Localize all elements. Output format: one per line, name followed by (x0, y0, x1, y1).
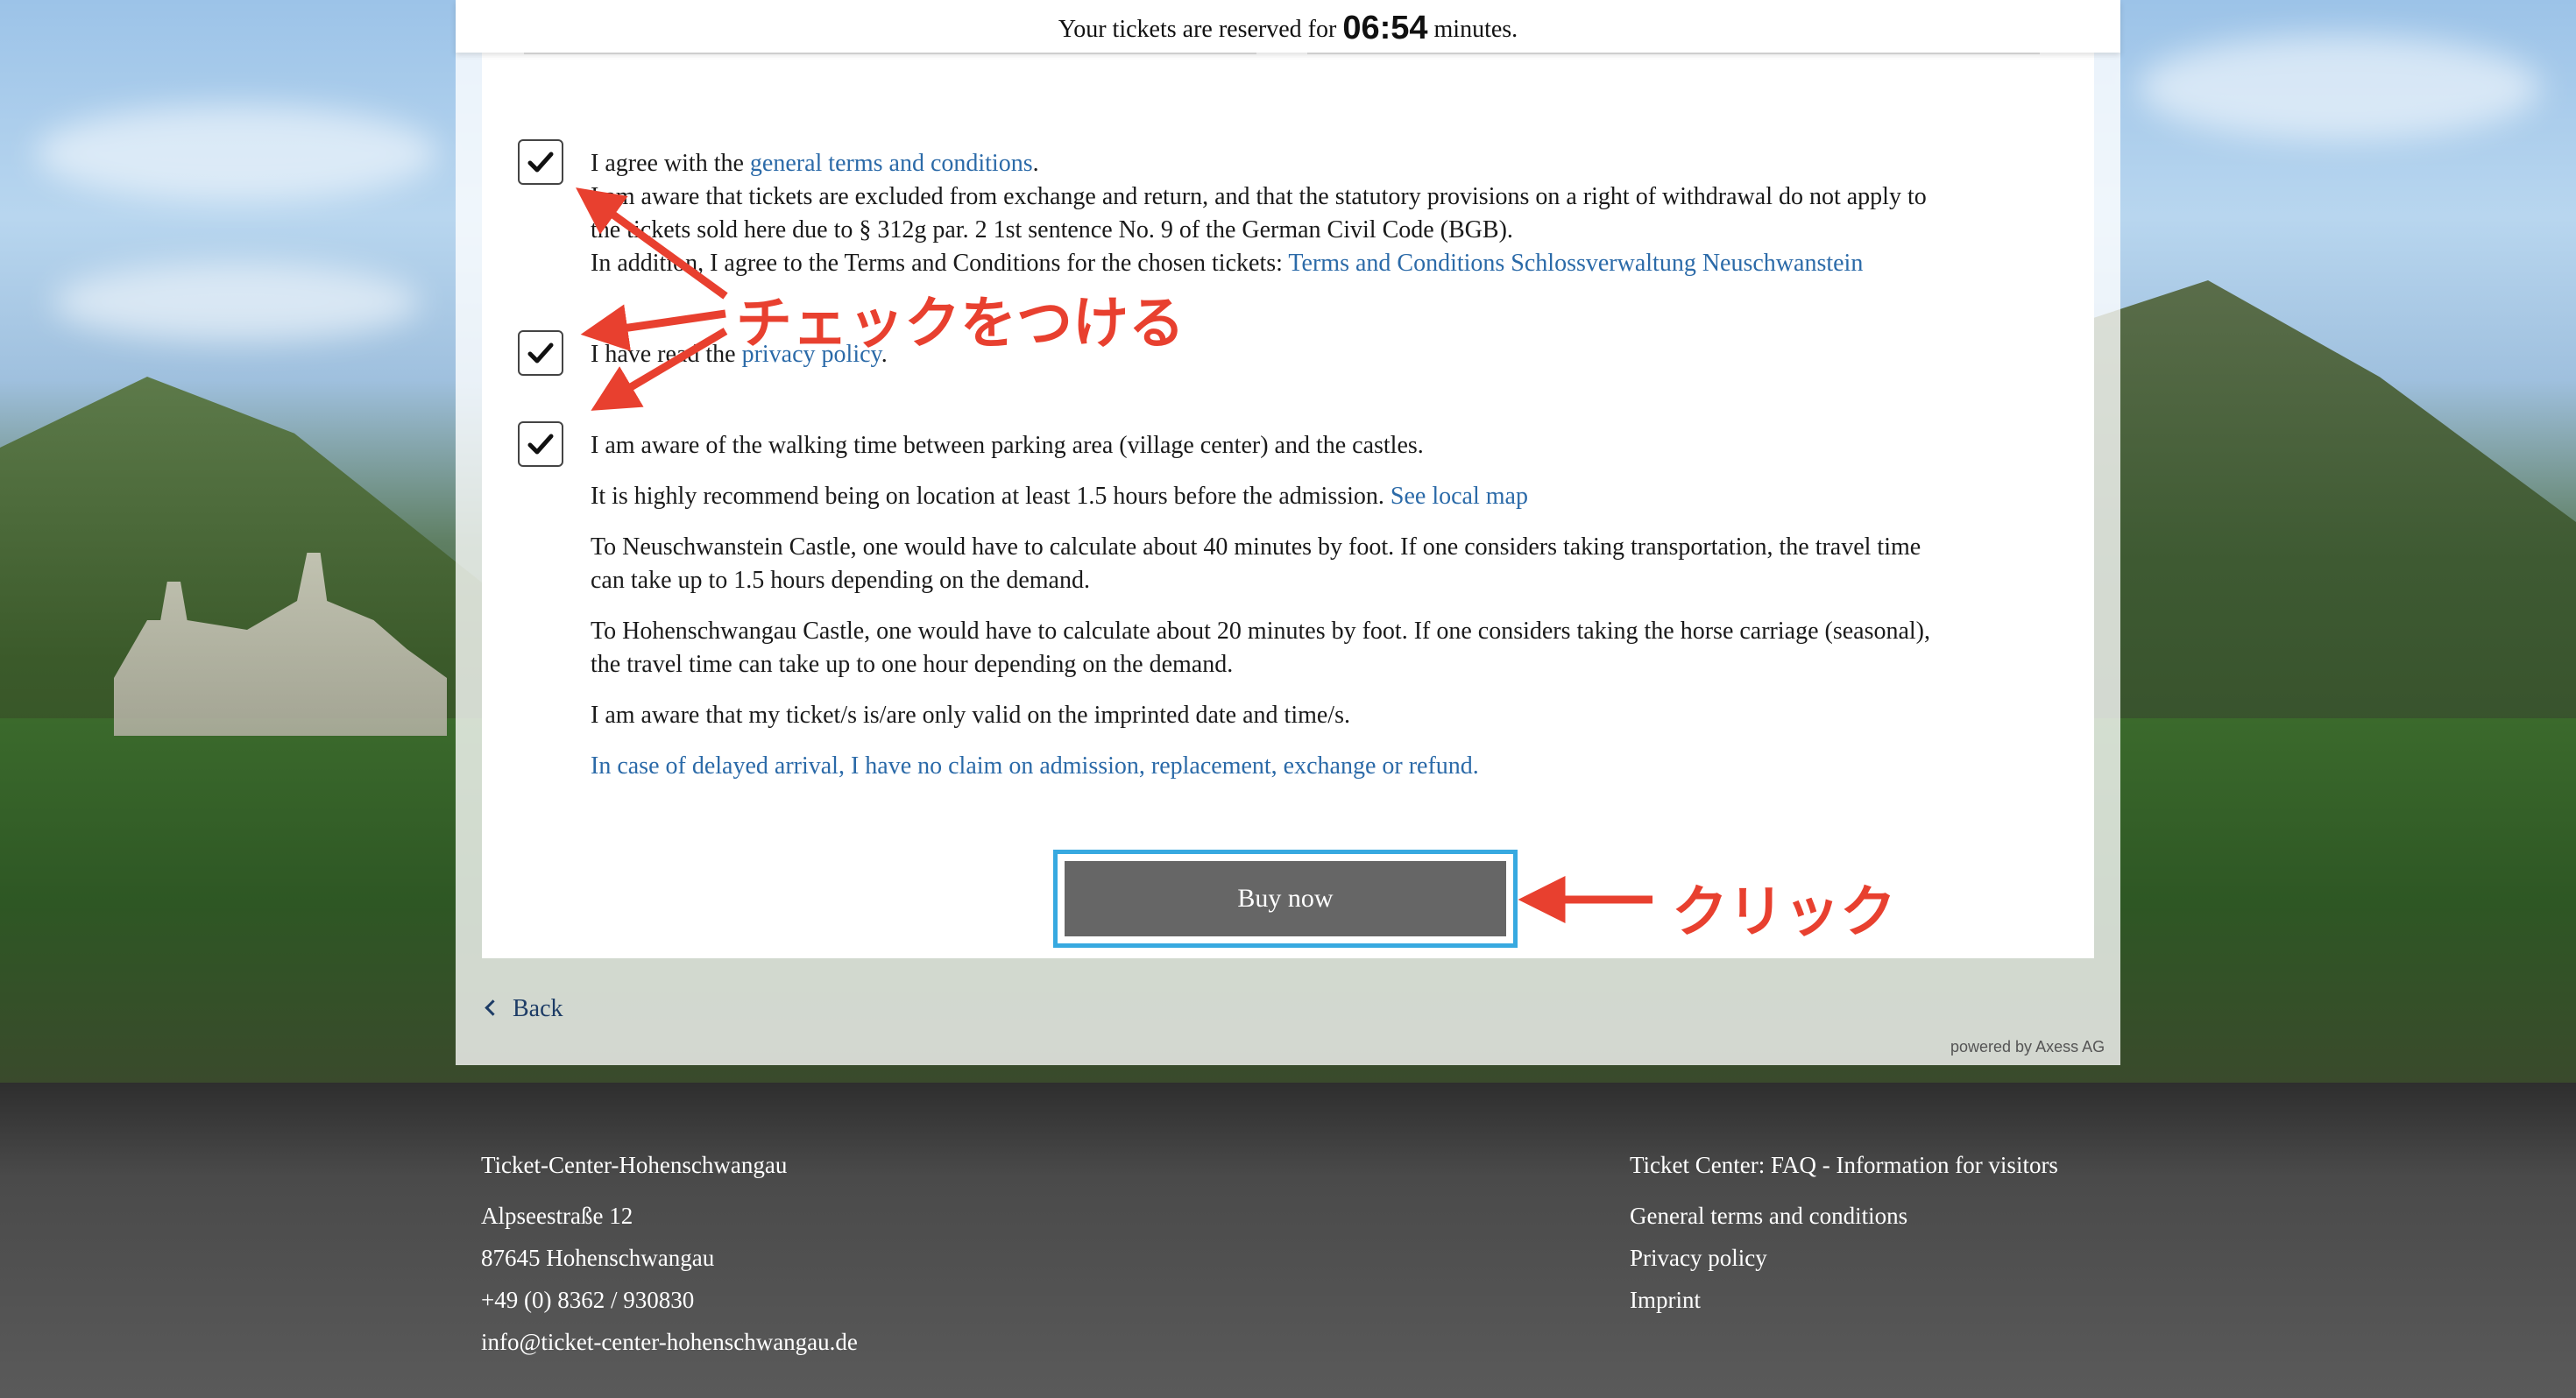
terms-label-end: . (1032, 150, 1039, 177)
footer-street: Alpseestraße 12 (481, 1203, 633, 1229)
walking-p2: It is highly recommend being on location… (591, 480, 1930, 513)
walking-p3-line2: can take up to 1.5 hours depending on th… (591, 567, 1090, 594)
annotation-check-label: チェックをつける (736, 292, 1185, 357)
timer-countdown: 06:54 (1342, 10, 1428, 46)
terms-checkbox[interactable] (518, 139, 563, 185)
terms-line-1: I agree with the general terms and condi… (591, 147, 1927, 180)
footer-email[interactable]: info@ticket-center-hohenschwangau.de (481, 1321, 858, 1363)
timer-prefix: Your tickets are reserved for (1058, 16, 1343, 43)
form-field-bottom-right (1307, 53, 2040, 54)
terms-line-2: I am aware that tickets are excluded fro… (591, 183, 1927, 210)
buy-button-highlight: Buy now (1053, 850, 1518, 948)
footer-privacy-link[interactable]: Privacy policy (1630, 1237, 2058, 1279)
terms-text: I agree with the general terms and condi… (591, 147, 1927, 280)
general-terms-link[interactable]: general terms and conditions (750, 150, 1033, 177)
checkmark-icon (527, 152, 554, 173)
back-link[interactable]: Back (485, 995, 563, 1023)
walking-p2-label: It is highly recommend being on location… (591, 483, 1391, 510)
buy-now-button[interactable]: Buy now (1065, 861, 1506, 936)
footer-imprint-link[interactable]: Imprint (1630, 1279, 2058, 1321)
terms-label: I agree with the (591, 150, 750, 177)
terms-line-3: the tickets sold here due to § 312g par.… (591, 216, 1513, 244)
terms-line-4-label: In addition, I agree to the Terms and Co… (591, 250, 1289, 277)
checkmark-icon (527, 434, 554, 455)
delayed-arrival-notice: In case of delayed arrival, I have no cl… (591, 752, 1479, 780)
walking-p1: I am aware of the walking time between p… (591, 432, 1424, 459)
walking-p4-line1: To Hohenschwangau Castle, one would have… (591, 618, 1931, 645)
footer-phone[interactable]: +49 (0) 8362 / 930830 (481, 1279, 858, 1321)
footer-terms-link[interactable]: General terms and conditions (1630, 1195, 2058, 1237)
walking-p4-line2: the travel time can take up to one hour … (591, 651, 1234, 678)
powered-by: powered by Axess AG (1950, 1038, 2105, 1056)
checkmark-icon (527, 342, 554, 364)
footer-address: Ticket-Center-Hohenschwangau Alpseestraß… (481, 1144, 858, 1363)
walking-time-checkbox[interactable] (518, 421, 563, 467)
walking-time-text: I am aware of the walking time between p… (591, 429, 1930, 783)
local-map-link[interactable]: See local map (1391, 483, 1528, 510)
chevron-left-icon (485, 999, 501, 1016)
privacy-label: I have read the (591, 341, 742, 368)
timer-suffix: minutes. (1427, 16, 1518, 43)
back-label: Back (513, 995, 563, 1022)
walking-p3-line1: To Neuschwanstein Castle, one would have… (591, 533, 1921, 561)
footer-title: Ticket-Center-Hohenschwangau (481, 1152, 788, 1178)
footer-faq-link[interactable]: Ticket Center: FAQ - Information for vis… (1630, 1144, 2058, 1186)
terms-line-4: In addition, I agree to the Terms and Co… (591, 247, 1927, 280)
footer-city: 87645 Hohenschwangau (481, 1245, 715, 1271)
reservation-timer: Your tickets are reserved for 06:54 minu… (456, 0, 2120, 53)
annotation-click-label: クリック (1672, 880, 1896, 945)
site-footer: Ticket-Center-Hohenschwangau Alpseestraß… (0, 1083, 2576, 1398)
schlossverwaltung-terms-link[interactable]: Terms and Conditions Schlossverwaltung N… (1288, 250, 1863, 277)
form-field-bottom-left (524, 53, 1256, 54)
footer-links: Ticket Center: FAQ - Information for vis… (1630, 1144, 2058, 1321)
privacy-checkbox[interactable] (518, 330, 563, 376)
walking-p5: I am aware that my ticket/s is/are only … (591, 702, 1350, 729)
